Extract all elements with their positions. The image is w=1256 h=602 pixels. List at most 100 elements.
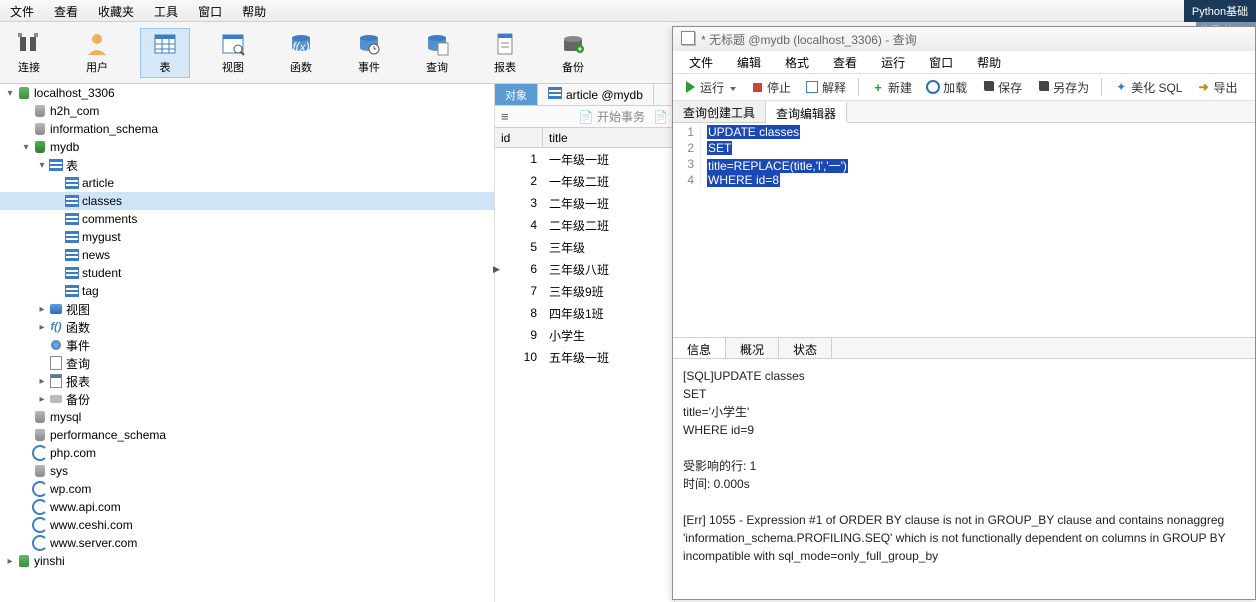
table-row[interactable]: 9小学生: [495, 324, 674, 346]
table-row[interactable]: ▶6三年级八班: [495, 258, 674, 280]
node-events[interactable]: 事件: [0, 336, 494, 354]
run-button[interactable]: 运行: [679, 77, 740, 98]
output-panel[interactable]: [SQL]UPDATE classesSETtitle='小学生'WHERE i…: [673, 359, 1255, 599]
toolbar-table[interactable]: 表: [140, 28, 190, 78]
cell-id[interactable]: 3: [495, 194, 543, 212]
col-header-title[interactable]: title: [543, 128, 674, 147]
expander[interactable]: ▾: [4, 88, 16, 99]
cell-id[interactable]: 4: [495, 216, 543, 234]
cell-title[interactable]: 三年级9班: [543, 281, 674, 302]
qmenu-0[interactable]: 文件: [677, 51, 725, 73]
cell-id[interactable]: 2: [495, 172, 543, 190]
db-www.server.com[interactable]: www.server.com: [0, 534, 494, 552]
cell-title[interactable]: 二年级二班: [543, 215, 674, 236]
table-mygust[interactable]: mygust: [0, 228, 494, 246]
db-www.ceshi.com[interactable]: www.ceshi.com: [0, 516, 494, 534]
cell-id[interactable]: 1: [495, 150, 543, 168]
toolbar-connect[interactable]: 连接: [4, 29, 54, 77]
node-views[interactable]: ▸视图: [0, 300, 494, 318]
cell-title[interactable]: 二年级一班: [543, 193, 674, 214]
tab-article[interactable]: article @mydb: [538, 84, 654, 105]
save-button[interactable]: 保存: [977, 77, 1026, 98]
more-icon[interactable]: 📄: [653, 110, 668, 124]
table-row[interactable]: 10五年级一班: [495, 346, 674, 368]
db-php.com[interactable]: php.com: [0, 444, 494, 462]
cell-title[interactable]: 一年级二班: [543, 171, 674, 192]
qmenu-2[interactable]: 格式: [773, 51, 821, 73]
menu-3[interactable]: 工具: [144, 0, 188, 21]
col-header-id[interactable]: id: [495, 128, 543, 147]
db-www.api.com[interactable]: www.api.com: [0, 498, 494, 516]
db-wp.com[interactable]: wp.com: [0, 480, 494, 498]
qmenu-3[interactable]: 查看: [821, 51, 869, 73]
cell-id[interactable]: 8: [495, 304, 543, 322]
cell-title[interactable]: 一年级一班: [543, 149, 674, 170]
table-row[interactable]: 3二年级一班: [495, 192, 674, 214]
cell-id[interactable]: 9: [495, 326, 543, 344]
menu-4[interactable]: 窗口: [188, 0, 232, 21]
qmenu-4[interactable]: 运行: [869, 51, 917, 73]
toolbar-backup[interactable]: 备份: [548, 29, 598, 77]
menu-5[interactable]: 帮助: [232, 0, 276, 21]
table-row[interactable]: 7三年级9班: [495, 280, 674, 302]
menu-2[interactable]: 收藏夹: [88, 0, 144, 21]
table-comments[interactable]: comments: [0, 210, 494, 228]
cell-id[interactable]: 10: [495, 348, 543, 366]
result-tab-1[interactable]: 概况: [726, 338, 779, 358]
db-performance_schema[interactable]: performance_schema: [0, 426, 494, 444]
cell-id[interactable]: 7: [495, 282, 543, 300]
explain-button[interactable]: 解释: [801, 77, 850, 98]
qmenu-5[interactable]: 窗口: [917, 51, 965, 73]
table-row[interactable]: 2一年级二班: [495, 170, 674, 192]
db-h2h_com[interactable]: h2h_com: [0, 102, 494, 120]
hamburger-icon[interactable]: ≡: [501, 109, 509, 124]
qmenu-6[interactable]: 帮助: [965, 51, 1013, 73]
expander[interactable]: ▾: [20, 142, 32, 153]
table-classes[interactable]: classes: [0, 192, 494, 210]
db-sys[interactable]: sys: [0, 462, 494, 480]
cell-title[interactable]: 四年级1班: [543, 303, 674, 324]
cell-title[interactable]: 三年级八班: [543, 259, 674, 280]
table-row[interactable]: 1一年级一班: [495, 148, 674, 170]
table-row[interactable]: 5三年级: [495, 236, 674, 258]
begin-transaction-button[interactable]: 📄 开始事务: [579, 108, 645, 125]
cell-id[interactable]: 5: [495, 238, 543, 256]
node-tables[interactable]: ▾表: [0, 156, 494, 174]
editor-tab-1[interactable]: 查询编辑器: [766, 102, 847, 123]
table-student[interactable]: student: [0, 264, 494, 282]
node-queries[interactable]: 查询: [0, 354, 494, 372]
cell-title[interactable]: 三年级: [543, 237, 674, 258]
expander[interactable]: ▸: [36, 376, 48, 387]
expander[interactable]: ▸: [36, 394, 48, 405]
table-article[interactable]: article: [0, 174, 494, 192]
table-row[interactable]: 8四年级1班: [495, 302, 674, 324]
toolbar-user[interactable]: 用户: [72, 29, 122, 77]
conn-yinshi[interactable]: ▸yinshi: [0, 552, 494, 570]
menu-0[interactable]: 文件: [0, 0, 44, 21]
cell-title[interactable]: 小学生: [543, 325, 674, 346]
expander[interactable]: ▸: [36, 322, 48, 333]
db-tree[interactable]: ▾localhost_3306h2h_cominformation_schema…: [0, 84, 495, 602]
editor-tab-0[interactable]: 查询创建工具: [673, 101, 766, 122]
expander[interactable]: ▾: [36, 160, 48, 171]
toolbar-report[interactable]: 报表: [480, 29, 530, 77]
load-button[interactable]: 加载: [922, 77, 971, 98]
export-button[interactable]: 导出: [1192, 77, 1241, 98]
toolbar-view[interactable]: 视图: [208, 29, 258, 77]
result-tab-0[interactable]: 信息: [673, 338, 726, 358]
new-button[interactable]: 新建: [867, 77, 916, 98]
node-backup[interactable]: ▸备份: [0, 390, 494, 408]
cell-title[interactable]: 五年级一班: [543, 347, 674, 368]
stop-button[interactable]: 停止: [746, 77, 795, 98]
table-row[interactable]: 4二年级二班: [495, 214, 674, 236]
db-information_schema[interactable]: information_schema: [0, 120, 494, 138]
sql-editor[interactable]: 1234 UPDATE classesSETtitle=REPLACE(titl…: [673, 123, 1255, 191]
table-news[interactable]: news: [0, 246, 494, 264]
toolbar-query[interactable]: 查询: [412, 29, 462, 77]
table-tag[interactable]: tag: [0, 282, 494, 300]
tab-objects[interactable]: 对象: [495, 84, 538, 105]
node-fx[interactable]: ▸f()函数: [0, 318, 494, 336]
db-mydb[interactable]: ▾mydb: [0, 138, 494, 156]
expander[interactable]: ▸: [4, 556, 16, 567]
beautify-button[interactable]: 美化 SQL: [1110, 77, 1186, 98]
